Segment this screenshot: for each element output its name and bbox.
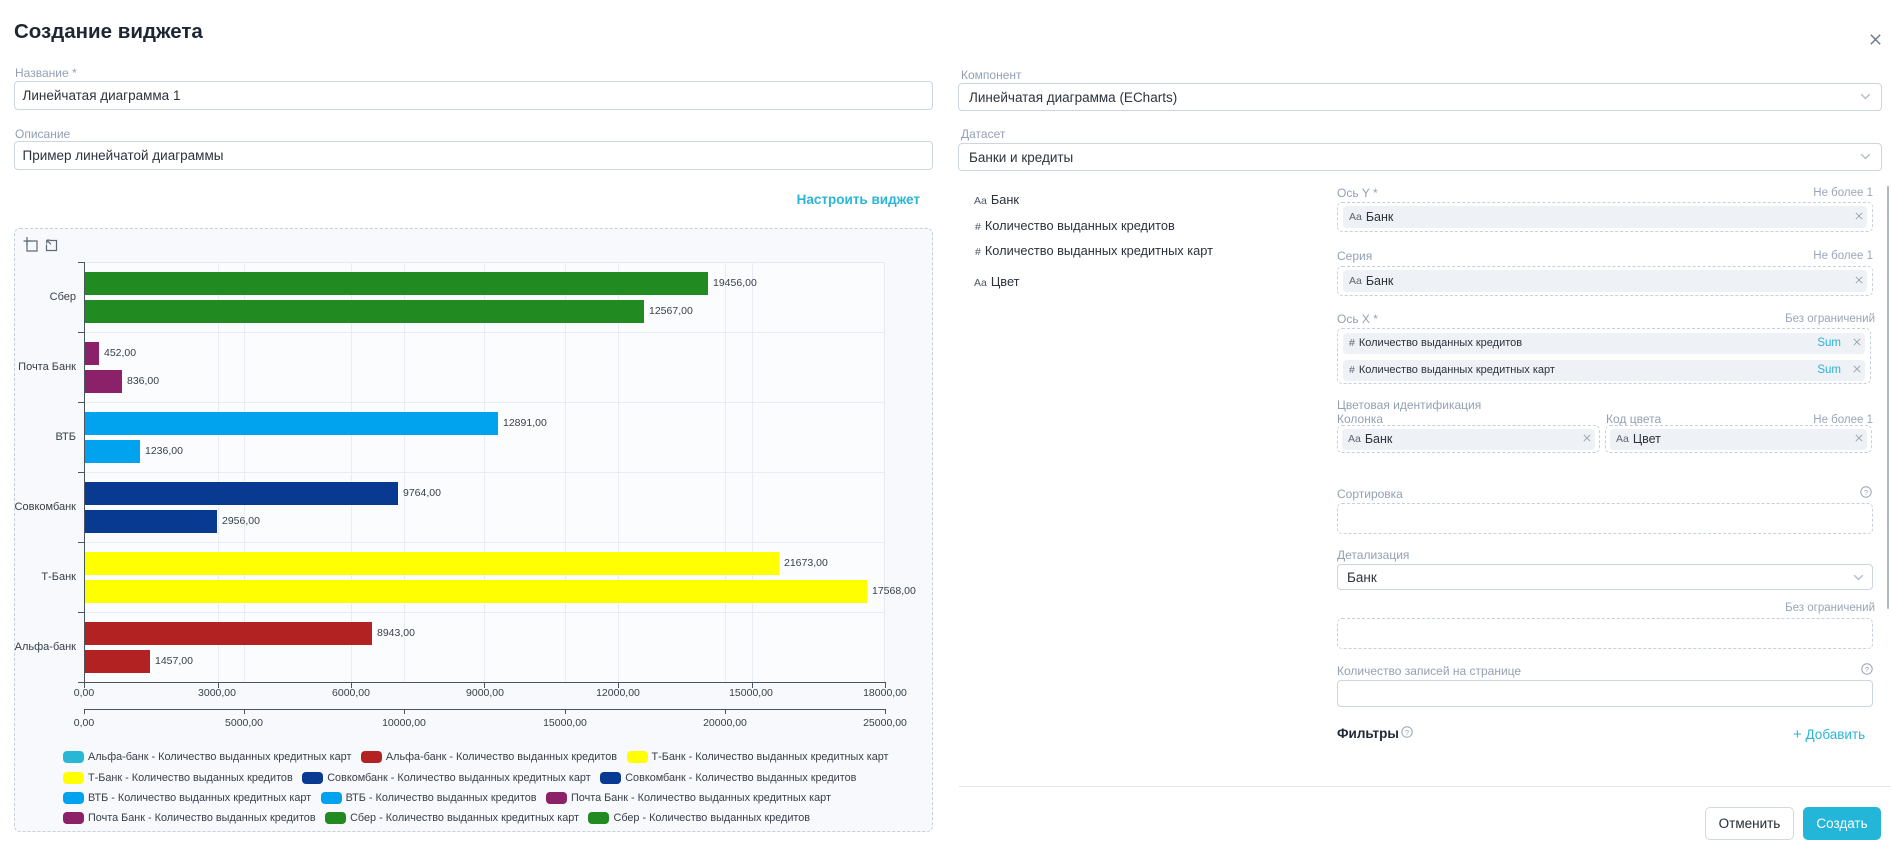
svg-text:?: ? (1865, 665, 1869, 674)
svg-text:?: ? (1405, 728, 1409, 737)
svg-text:?: ? (1864, 488, 1868, 497)
